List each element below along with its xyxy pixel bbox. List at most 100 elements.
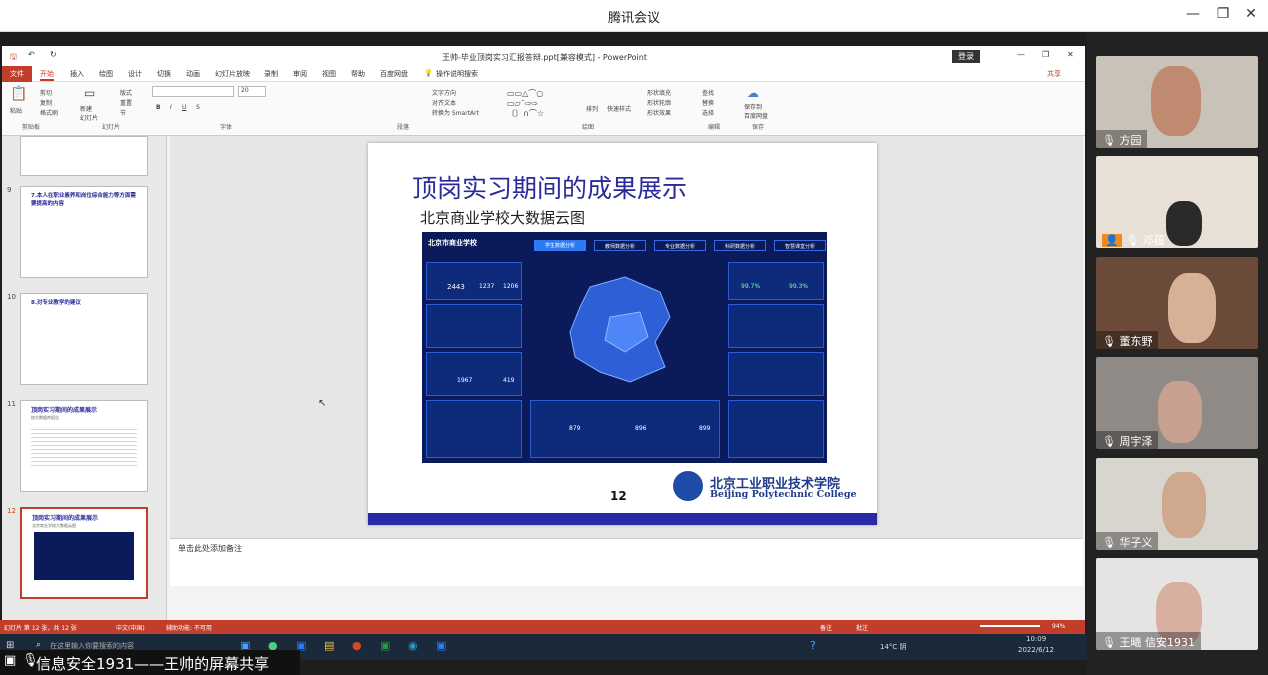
tab-record[interactable]: 录制 (264, 69, 278, 79)
section-button[interactable]: 节 (120, 108, 126, 117)
participant-tile[interactable]: 🎙 董东野 (1096, 257, 1258, 349)
shadow-button[interactable]: S (196, 104, 200, 111)
clock-time[interactable]: 10:09 (1026, 635, 1046, 643)
slide-subtitle: 北京商业学校大数据云图 (420, 209, 586, 227)
tab-home[interactable]: 开始 (40, 69, 54, 81)
dashboard-panel: 879 896 899 (530, 400, 720, 458)
tell-me-search[interactable]: 操作说明搜索 (436, 69, 478, 79)
bold-button[interactable]: B (156, 104, 161, 111)
tab-draw[interactable]: 绘图 (99, 69, 113, 79)
minimize-icon[interactable]: — (1183, 6, 1203, 22)
stat-value: 1967 (457, 377, 473, 384)
zoom-level[interactable]: 94% (1052, 623, 1065, 630)
share-button[interactable]: 共享 (1047, 69, 1061, 79)
app-icon[interactable]: ▣ (436, 639, 446, 652)
dashboard-panel (728, 352, 824, 396)
search-icon[interactable]: ⌕ (36, 640, 41, 650)
accessibility-status[interactable]: 辅助功能: 不可用 (166, 623, 212, 632)
participant-tile[interactable]: 🎙 王曦 信安1931 (1096, 558, 1258, 650)
slide-thumbnail-12-selected[interactable]: 顶岗实习期间的成果展示 北京商业学校大数据云图 (20, 507, 148, 599)
slide-thumbnail-10[interactable]: 8.对专业教学的建议 (20, 293, 148, 385)
format-painter-button[interactable]: 格式刷 (40, 108, 58, 117)
dashboard-panel (728, 304, 824, 348)
participant-video (1151, 66, 1201, 136)
mouse-cursor-icon: ↖ (318, 398, 327, 409)
tab-slideshow[interactable]: 幻灯片放映 (215, 69, 250, 79)
restore-icon[interactable]: ❐ (1042, 50, 1049, 59)
participant-tile[interactable]: 🎙 华子义 (1096, 458, 1258, 550)
mic-muted-icon: 🎙 (1102, 435, 1116, 448)
tab-baidu[interactable]: 百度网盘 (380, 69, 408, 79)
dashboard-image: 北京市商业学校 学生数据分析 教师数据分析 专业数据分析 科研数据分析 智慧课堂… (422, 232, 827, 463)
align-text-button[interactable]: 对齐文本 (432, 98, 456, 107)
quick-styles-button[interactable]: 快速样式 (607, 104, 631, 113)
help-icon[interactable]: ? (810, 639, 816, 652)
cut-button[interactable]: 剪切 (40, 88, 52, 97)
shape-effects-button[interactable]: 形状效果 (647, 108, 671, 117)
reset-button[interactable]: 重置 (120, 98, 132, 107)
zoom-slider[interactable] (980, 625, 1040, 627)
participant-list: 🎙 方园 👤 🎙 邓蕴 🎙 董东野 🎙 周宇泽 🎙 华子义 🎙 王曦 信安193… (1087, 32, 1268, 675)
language-status[interactable]: 中文(中国) (116, 623, 145, 632)
tab-view[interactable]: 视图 (322, 69, 336, 79)
undo-icon[interactable]: ↶ (28, 50, 35, 59)
slide-thumbnail-11[interactable]: 顶岗实习期间的成果展示 校方数据库报告 (20, 400, 148, 492)
stat-value: 899 (699, 425, 711, 432)
arrange-button[interactable]: 排列 (586, 104, 598, 113)
stat-value: 419 (503, 377, 515, 384)
paste-icon[interactable]: 📋 (10, 86, 27, 102)
notes-toggle[interactable]: 备注 (820, 623, 832, 632)
notes-pane[interactable]: 单击此处添加备注 (170, 538, 1083, 586)
shapes-gallery[interactable]: ▭▭△⌒○ ▭▱ˉ⇨⇨ 〔〕∩⌒☆ (507, 88, 544, 119)
font-name-input[interactable] (152, 86, 234, 97)
login-button[interactable]: 登录 (952, 50, 980, 63)
save-baidu-button[interactable]: 保存到 百度网盘 (744, 102, 768, 120)
participant-tile[interactable]: 🎙 周宇泽 (1096, 357, 1258, 449)
slide-thumbnail-8[interactable] (20, 136, 148, 176)
new-slide-button[interactable]: 新建 幻灯片 (80, 104, 98, 122)
replace-button[interactable]: 替换 (702, 98, 714, 107)
minimize-icon[interactable]: — (1017, 50, 1025, 59)
stat-value: 1237 (479, 283, 495, 290)
save-icon[interactable]: 🖫 (10, 51, 17, 65)
close-icon[interactable]: ✕ (1241, 6, 1261, 22)
close-icon[interactable]: ✕ (1067, 50, 1074, 59)
stat-value: 1206 (503, 283, 519, 290)
tab-animations[interactable]: 动画 (186, 69, 200, 79)
font-size-input[interactable]: 20 (238, 86, 266, 97)
slide-thumbnail-9[interactable]: 7.本人在职业素养和岗位综合能力等方面需要提高的内容 (20, 186, 148, 278)
underline-button[interactable]: U (182, 104, 186, 111)
participant-tile[interactable]: 🎙 方园 (1096, 56, 1258, 148)
tab-file[interactable]: 文件 (2, 66, 32, 82)
participant-tile[interactable]: 👤 🎙 邓蕴 (1096, 156, 1258, 248)
file-explorer-icon[interactable]: ▤ (324, 639, 334, 652)
find-button[interactable]: 查找 (702, 88, 714, 97)
copy-button[interactable]: 复制 (40, 98, 52, 107)
edge-icon[interactable]: ◉ (408, 639, 418, 652)
smartart-button[interactable]: 转换为 SmartArt (432, 108, 479, 117)
clock-date[interactable]: 2022/6/12 (1018, 646, 1054, 654)
shape-fill-button[interactable]: 形状填充 (647, 88, 671, 97)
paste-button[interactable]: 粘贴 (10, 106, 22, 115)
maximize-icon[interactable]: ❐ (1213, 6, 1233, 22)
weather-status[interactable]: 14°C 阴 (880, 642, 907, 652)
comments-toggle[interactable]: 批注 (856, 623, 868, 632)
tab-help[interactable]: 帮助 (351, 69, 365, 79)
participant-name: 🎙 方园 (1096, 130, 1148, 148)
tab-transitions[interactable]: 切换 (157, 69, 171, 79)
redo-icon[interactable]: ↻ (50, 50, 57, 59)
tab-review[interactable]: 审阅 (293, 69, 307, 79)
select-button[interactable]: 选择 (702, 108, 714, 117)
text-direction-button[interactable]: 文字方向 (432, 88, 456, 97)
cloud-icon[interactable]: ☁ (747, 86, 759, 100)
layout-button[interactable]: 版式 (120, 88, 132, 97)
tab-design[interactable]: 设计 (128, 69, 142, 79)
powerpoint-icon[interactable]: ● (352, 639, 362, 652)
thumbnail-subtitle: 校方数据库报告 (31, 415, 59, 420)
new-slide-icon[interactable]: ▭ (84, 86, 95, 100)
tab-insert[interactable]: 插入 (70, 69, 84, 79)
share-banner-text: 信息安全1931——王帅的屏幕共享 (36, 655, 270, 673)
shape-outline-button[interactable]: 形状轮廓 (647, 98, 671, 107)
excel-icon[interactable]: ▣ (380, 639, 390, 652)
italic-button[interactable]: I (170, 104, 172, 111)
